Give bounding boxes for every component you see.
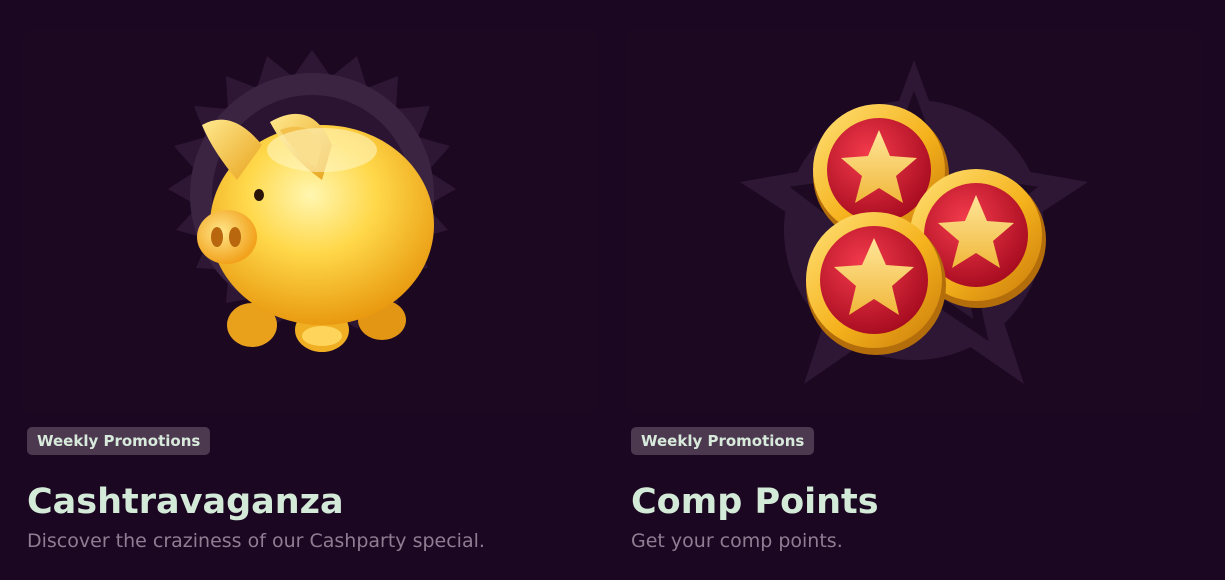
piggy-bank-icon (168, 50, 456, 352)
star-coins-icon (740, 60, 1088, 384)
promo-title[interactable]: Comp Points (631, 478, 879, 526)
promo-description: Discover the craziness of our Cashparty … (27, 530, 485, 552)
category-badge: Weekly Promotions (27, 427, 211, 455)
promo-title[interactable]: Cashtravaganza (27, 478, 344, 526)
promo-description: Get your comp points. (631, 530, 843, 552)
promo-card-cashtravaganza[interactable]: Weekly Promotions Cashtravaganza Discove… (22, 0, 602, 580)
promo-card-comp-points[interactable]: Weekly Promotions Comp Points Get your c… (626, 0, 1206, 580)
promo-image[interactable] (626, 30, 1202, 414)
category-badge: Weekly Promotions (631, 427, 815, 455)
promo-image[interactable] (22, 30, 598, 414)
